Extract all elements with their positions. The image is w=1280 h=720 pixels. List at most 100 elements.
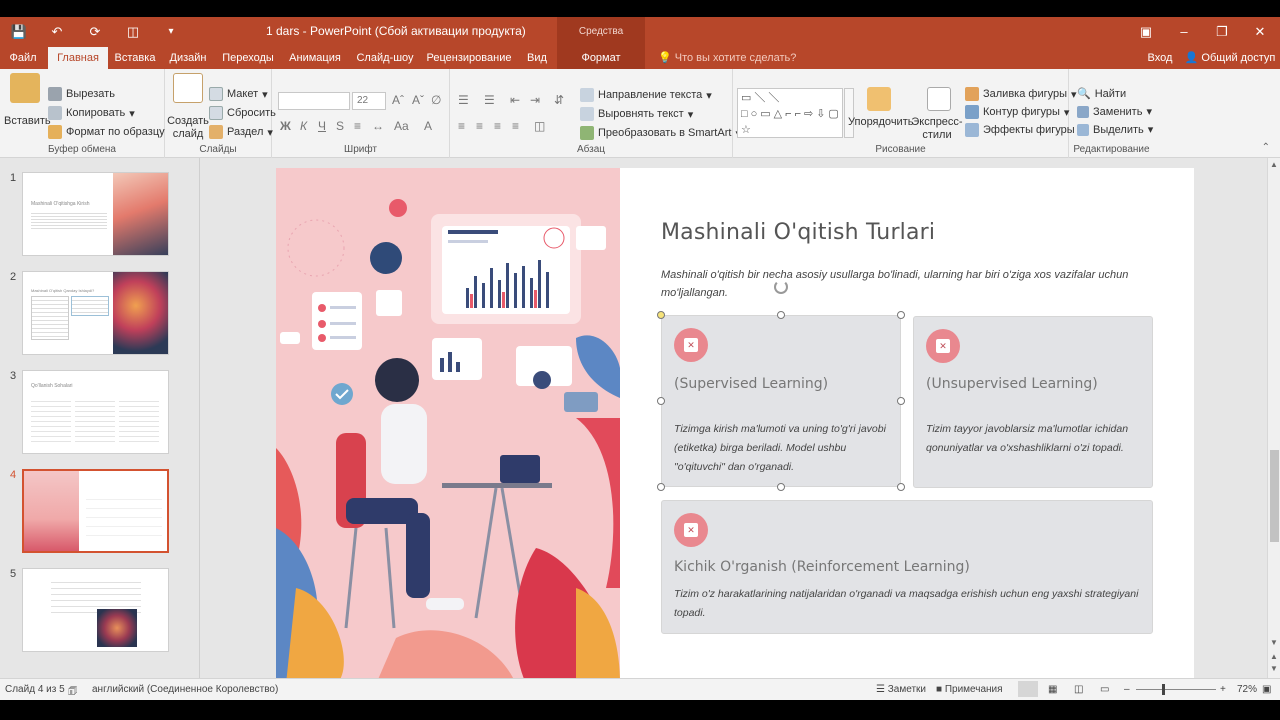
selection-handle[interactable] [897,397,905,405]
card-unsupervised[interactable]: ✕ (Unsupervised Learning) Tizim tayyor j… [913,316,1153,488]
selection-handle[interactable] [897,483,905,491]
find-button[interactable]: 🔍 Найти [1077,87,1126,101]
shrink-font-icon[interactable]: Aˇ [412,93,424,107]
new-slide-icon[interactable] [173,73,203,103]
columns-icon[interactable]: ◫ [534,119,545,133]
sign-in-link[interactable]: Вход [1140,47,1180,69]
italic-button[interactable]: К [300,119,307,133]
slide-thumbnail-2[interactable]: Mashinali O'qitish Qanday Ishlaydi? [22,271,169,355]
slide-intro-text[interactable]: Mashinali o'qitish bir necha asosiy usul… [661,266,1131,302]
shapes-gallery-scroll[interactable] [844,88,854,138]
line-spacing-icon[interactable]: ⇵ [554,93,564,107]
presentation-icon[interactable]: ◫ [122,23,144,41]
numbering-icon[interactable]: ☰ [484,93,495,107]
vertical-scrollbar[interactable]: ▲ ▼ ▲ ▼ [1267,158,1280,678]
restore-icon[interactable]: ❐ [1208,23,1236,41]
tab-animations[interactable]: Анимация [284,47,346,69]
slideshow-icon[interactable]: ▭ [1100,684,1109,695]
shape-fill-button[interactable]: Заливка фигуры ▾ [965,87,1077,101]
slide-sorter-icon[interactable]: ▦ [1048,684,1057,695]
slide-thumbnail-5[interactable] [22,568,169,652]
slide-thumbnail-4[interactable] [22,469,169,553]
tab-view[interactable]: Вид [520,47,554,69]
align-right-icon[interactable]: ≡ [494,119,501,133]
underline-button[interactable]: Ч [318,119,326,133]
fit-to-window-icon[interactable]: ▣ [1262,684,1271,695]
tell-me-search[interactable]: 💡 Что вы хотите сделать? [658,47,796,69]
ribbon-options-icon[interactable]: ▣ [1132,23,1160,41]
shapes-gallery[interactable]: ▭＼＼□○▭△⌐⌐⇨⇩▢◁⌐⇧⌒{}☆ [737,88,843,138]
clear-format-icon[interactable]: ∅ [431,93,441,107]
tab-transitions[interactable]: Переходы [218,47,278,69]
paste-button[interactable]: Вставить [4,115,51,127]
change-case-icon[interactable]: Aa [394,119,409,133]
section-button[interactable]: Раздел ▾ [209,125,273,139]
selection-handle[interactable] [897,311,905,319]
align-text-button[interactable]: Выровнять текст ▾ [580,107,693,121]
zoom-slider-thumb[interactable] [1162,684,1165,695]
align-center-icon[interactable]: ≡ [476,119,483,133]
quick-styles-icon[interactable] [927,87,951,111]
strikethrough-icon[interactable]: ≡ [354,119,361,133]
cut-button[interactable]: Вырезать [48,87,115,101]
zoom-level[interactable]: 72% [1237,684,1257,695]
spacing-icon[interactable]: ↔ [372,119,384,133]
copy-button[interactable]: Копировать ▾ [48,106,135,120]
bullets-icon[interactable]: ☰ [458,93,469,107]
selection-handle[interactable] [657,397,665,405]
arrange-button[interactable]: Упорядочить [848,116,913,128]
notes-button[interactable]: ☰ Заметки [876,684,926,695]
bold-button[interactable]: Ж [280,119,291,133]
shadow-button[interactable]: S [336,119,344,133]
reading-view-icon[interactable]: ◫ [1074,684,1083,695]
undo-icon[interactable]: ↶ [46,23,68,41]
shape-effects-button[interactable]: Эффекты фигуры ▾ [965,123,1084,137]
normal-view-icon[interactable] [1018,681,1038,697]
justify-icon[interactable]: ≡ [512,119,519,133]
zoom-out-icon[interactable]: – [1124,684,1130,695]
tab-home[interactable]: Главная [48,47,108,69]
selection-handle[interactable] [657,311,665,319]
increase-indent-icon[interactable]: ⇥ [530,93,540,107]
reset-button[interactable]: Сбросить [209,106,276,120]
tab-design[interactable]: Дизайн [164,47,212,69]
zoom-in-icon[interactable]: + [1220,684,1226,695]
paste-icon[interactable] [10,73,40,103]
close-icon[interactable]: ✕ [1246,23,1274,41]
language-indicator[interactable]: английский (Соединенное Королевство) [92,684,278,695]
tab-file[interactable]: Файл [0,47,46,69]
shape-outline-button[interactable]: Контур фигуры ▾ [965,105,1069,119]
spellcheck-icon[interactable]: 🗊 [68,684,77,701]
redo-icon[interactable]: ⟳ [84,23,106,41]
font-color-icon[interactable]: A [424,119,432,133]
layout-button[interactable]: Макет ▾ [209,87,268,101]
previous-slide-icon[interactable]: ▲ [1270,652,1278,661]
decrease-indent-icon[interactable]: ⇤ [510,93,520,107]
select-button[interactable]: Выделить ▾ [1077,123,1153,136]
font-name-field[interactable] [278,92,350,110]
new-slide-button[interactable]: Создать слайд [167,115,209,141]
tab-insert[interactable]: Вставка [110,47,160,69]
slide-thumbnail-1[interactable]: Mashinali O'qitishga Kirish [22,172,169,256]
font-size-field[interactable]: 22 [352,92,386,110]
selection-handle[interactable] [777,483,785,491]
scrollbar-thumb[interactable] [1270,450,1279,542]
minimize-icon[interactable]: – [1170,23,1198,41]
replace-button[interactable]: Заменить ▾ [1077,105,1152,118]
rotate-handle-icon[interactable] [774,280,788,294]
collapse-ribbon-icon[interactable]: ⌃ [1262,142,1270,153]
tab-slideshow[interactable]: Слайд-шоу [352,47,418,69]
selection-handle[interactable] [657,483,665,491]
scroll-down-icon[interactable]: ▼ [1270,638,1278,647]
share-button[interactable]: 👤 Общий доступ [1180,47,1280,69]
save-icon[interactable]: 💾 [8,23,30,41]
customize-qat-icon[interactable]: ▾ [160,23,182,41]
next-slide-icon[interactable]: ▼ [1270,664,1278,673]
comments-button[interactable]: ■ Примечания [936,684,1003,695]
slide-title[interactable]: Mashinali O'qitish Turlari [661,220,935,245]
zoom-slider[interactable] [1136,689,1216,690]
smartart-button[interactable]: Преобразовать в SmartArt ▾ [580,126,741,140]
selection-handle[interactable] [777,311,785,319]
grow-font-icon[interactable]: Aˆ [392,93,404,107]
slide-illustration[interactable] [276,168,620,684]
